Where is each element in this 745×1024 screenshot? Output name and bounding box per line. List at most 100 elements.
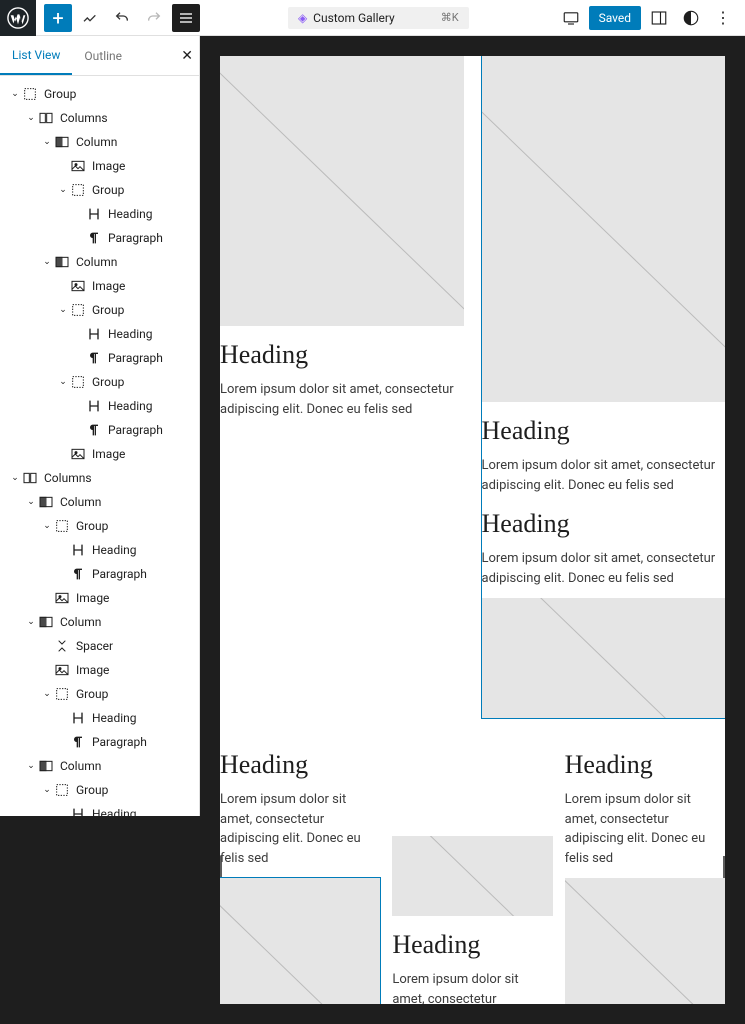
save-button[interactable]: Saved [589, 6, 641, 30]
para-icon [86, 350, 102, 366]
heading-block[interactable]: Heading [565, 750, 725, 780]
column-block[interactable]: Heading Lorem ipsum dolor sit amet, cons… [482, 56, 726, 718]
tree-item-group[interactable]: ⌄Group [0, 298, 199, 322]
tree-item-heading[interactable]: Heading [0, 394, 199, 418]
image-placeholder[interactable] [220, 56, 464, 326]
tree-item-heading[interactable]: Heading [0, 202, 199, 226]
tree-item-label: Column [60, 615, 101, 629]
image-placeholder[interactable] [482, 56, 726, 402]
tree-item-image[interactable]: Image [0, 154, 199, 178]
tree-item-para[interactable]: Paragraph [0, 562, 199, 586]
group-icon [70, 182, 86, 198]
heading-block[interactable]: Heading [482, 416, 726, 446]
edit-mode-button[interactable] [76, 4, 104, 32]
tree-item-group[interactable]: ⌄Group [0, 370, 199, 394]
tree-item-column[interactable]: ⌄ Column [0, 250, 199, 274]
tree-item-column[interactable]: ⌄ Column [0, 610, 199, 634]
image-placeholder[interactable] [392, 836, 552, 916]
add-block-button[interactable]: + [44, 4, 72, 32]
group-icon [22, 86, 38, 102]
expand-caret-icon[interactable]: ⌄ [8, 473, 22, 483]
tree-item-group[interactable]: ⌄Group [0, 178, 199, 202]
tree-item-columns[interactable]: ⌄Columns [0, 106, 199, 130]
wordpress-logo-button[interactable] [0, 0, 36, 36]
styles-button[interactable] [677, 4, 705, 32]
expand-caret-icon[interactable]: ⌄ [24, 113, 38, 123]
paragraph-block[interactable]: Lorem ipsum dolor sit amet, consectetur … [482, 456, 726, 495]
heading-block[interactable]: Heading [482, 509, 726, 539]
tree-item-label: Column [60, 495, 101, 509]
tree-item-para[interactable]: Paragraph [0, 730, 199, 754]
undo-button[interactable] [108, 4, 136, 32]
tree-item-para[interactable]: Paragraph [0, 346, 199, 370]
options-menu-button[interactable]: ⋮ [709, 4, 737, 32]
tree-item-group[interactable]: ⌄ Group [0, 514, 199, 538]
tree-item-image[interactable]: Image [0, 586, 199, 610]
expand-caret-icon[interactable]: ⌄ [56, 185, 70, 195]
tree-item-column[interactable]: ⌄Column [0, 754, 199, 778]
editor-canvas[interactable]: Heading Lorem ipsum dolor sit amet, cons… [220, 56, 725, 1004]
column-block[interactable]: Heading Lorem ipsum dolor sit amet, cons… [392, 736, 552, 1004]
expand-caret-icon[interactable]: ⌄ [40, 785, 54, 795]
expand-caret-icon[interactable]: ⌄ [40, 257, 54, 267]
block-breadcrumb-chip[interactable]: ◈ Custom Gallery ⌘K [288, 7, 469, 29]
paragraph-block[interactable]: Lorem ipsum dolor sit amet, consectetur … [220, 790, 380, 868]
paragraph-block[interactable]: Lorem ipsum dolor sit amet, consectetur … [392, 970, 552, 1004]
expand-caret-icon[interactable]: ⌄ [56, 377, 70, 387]
tree-item-para[interactable]: Paragraph [0, 418, 199, 442]
expand-caret-icon[interactable]: ⌄ [40, 137, 54, 147]
expand-caret-icon[interactable]: ⌄ [8, 89, 22, 99]
tree-item-label: Group [44, 87, 76, 101]
image-placeholder[interactable] [482, 598, 726, 718]
tree-item-label: Paragraph [108, 351, 163, 365]
tree-item-label: Column [76, 255, 117, 269]
image-placeholder[interactable] [565, 878, 725, 1004]
tree-item-heading[interactable]: Heading [0, 322, 199, 346]
tree-item-image[interactable]: Image [0, 274, 199, 298]
tree-item-image[interactable]: Image [0, 658, 199, 682]
tree-item-column[interactable]: ⌄Column [0, 130, 199, 154]
column-block[interactable]: Heading Lorem ipsum dolor sit amet, cons… [565, 736, 725, 1004]
tab-list-view[interactable]: List View [0, 36, 72, 75]
settings-sidebar-button[interactable] [645, 4, 673, 32]
expand-caret-icon[interactable]: ⌄ [24, 617, 38, 627]
column-block[interactable]: Heading Lorem ipsum dolor sit amet, cons… [220, 736, 380, 1004]
column-block[interactable]: Heading Lorem ipsum dolor sit amet, cons… [220, 56, 464, 718]
heading-icon [70, 542, 86, 558]
view-button[interactable] [557, 4, 585, 32]
paragraph-block[interactable]: Lorem ipsum dolor sit amet, consectetur … [220, 380, 464, 419]
tree-item-label: Group [76, 519, 108, 533]
expand-caret-icon[interactable]: ⌄ [24, 497, 38, 507]
heading-block[interactable]: Heading [392, 930, 552, 960]
paragraph-block[interactable]: Lorem ipsum dolor sit amet, consectetur … [565, 790, 725, 868]
expand-caret-icon[interactable]: ⌄ [56, 305, 70, 315]
list-view-toggle-button[interactable] [172, 4, 200, 32]
spacer-block[interactable] [392, 736, 552, 836]
tree-item-heading[interactable]: Heading [0, 538, 199, 562]
paragraph-block[interactable]: Lorem ipsum dolor sit amet, consectetur … [482, 549, 726, 588]
para-icon [70, 734, 86, 750]
tree-item-spacer[interactable]: Spacer [0, 634, 199, 658]
expand-caret-icon[interactable]: ⌄ [40, 521, 54, 531]
tree-item-para[interactable]: Paragraph [0, 226, 199, 250]
image-placeholder[interactable] [220, 878, 380, 1004]
heading-block[interactable]: Heading [220, 750, 380, 780]
close-panel-button[interactable]: ✕ [181, 48, 193, 64]
tree-item-column[interactable]: ⌄ Column [0, 490, 199, 514]
expand-caret-icon[interactable]: ⌄ [40, 689, 54, 699]
heading-block[interactable]: Heading [220, 340, 464, 370]
heading-icon [86, 326, 102, 342]
tree-item-label: Paragraph [92, 735, 147, 749]
image-icon [54, 662, 70, 678]
tree-item-columns[interactable]: ⌄Columns [0, 466, 199, 490]
expand-caret-icon[interactable]: ⌄ [24, 761, 38, 771]
tree-item-group[interactable]: ⌄ Group [0, 82, 199, 106]
tree-item-heading[interactable]: Heading [0, 802, 199, 816]
tree-item-heading[interactable]: Heading [0, 706, 199, 730]
tree-item-image[interactable]: Image [0, 442, 199, 466]
tree-item-label: Paragraph [92, 567, 147, 581]
tab-outline[interactable]: Outline [72, 36, 134, 75]
tree-item-group[interactable]: ⌄Group [0, 778, 199, 802]
redo-button[interactable] [140, 4, 168, 32]
tree-item-group[interactable]: ⌄Group [0, 682, 199, 706]
